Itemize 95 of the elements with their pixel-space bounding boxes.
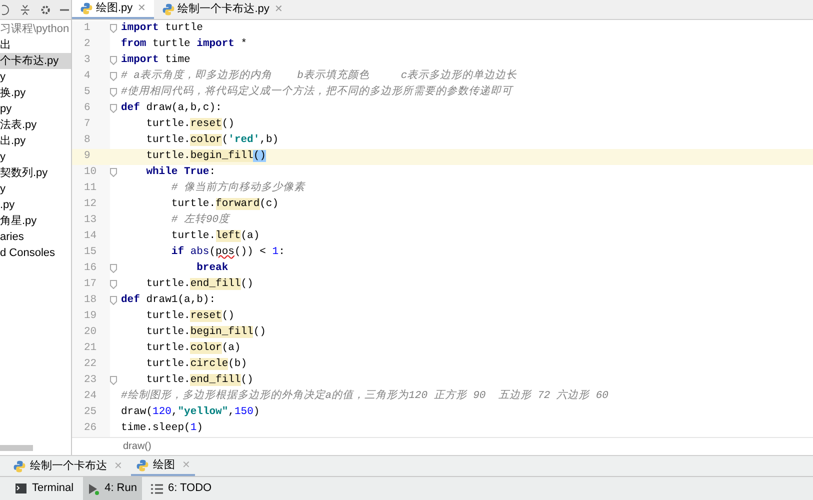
python-file-icon (162, 2, 175, 16)
python-file-icon (136, 458, 149, 472)
code-line: #使用相同代码，将代码定义成一个方法，把不同的多边形所需要的参数传递即可 (121, 84, 512, 100)
project-tree-item[interactable]: 角星.py (0, 213, 71, 229)
line-number: 8 (84, 132, 90, 148)
code-line: # 像当前方向移动多少像素 (170, 180, 306, 196)
code-line: turtle.reset() (145, 116, 234, 132)
line-number: 9 (84, 148, 90, 164)
line-number: 21 (84, 340, 97, 356)
line-number: 20 (84, 324, 97, 340)
line-number: 2 (84, 36, 90, 52)
code-line: break (196, 260, 228, 276)
run-tab[interactable]: 绘制一个卡布达 ✕ (8, 456, 127, 476)
code-line: draw(120,"yellow",150) (121, 404, 260, 420)
code-line: #绘制图形，多边形根据多边形的外角决定a的值，三角形为120 正方形 90 五边形 72 六边形 60 (121, 388, 608, 404)
code-line: def draw(a,b,c): (121, 100, 222, 116)
breadcrumb[interactable]: draw() (123, 438, 152, 454)
code-line: turtle.begin_fill() (145, 148, 266, 164)
line-number: 4 (84, 68, 90, 84)
project-tree-item[interactable]: aries (0, 229, 71, 245)
code-line: turtle.circle(b) (145, 356, 248, 372)
fold-marker-icon[interactable] (110, 104, 117, 113)
line-number: 24 (84, 388, 97, 404)
code-line: turtle.reset() (145, 308, 234, 324)
project-tree-item[interactable]: 出 (0, 37, 71, 53)
line-number: 26 (84, 420, 97, 436)
project-tree-item[interactable]: 习课程\python (0, 21, 71, 37)
list-icon (151, 484, 163, 494)
project-tree-item[interactable]: 法表.py (0, 117, 71, 133)
target-icon[interactable] (2, 4, 12, 16)
collapse-icon[interactable] (20, 4, 31, 16)
fold-marker-icon[interactable] (110, 72, 117, 81)
line-number: 22 (84, 356, 97, 372)
code-line: turtle.end_fill() (145, 372, 254, 388)
code-line: turtle.end_fill() (145, 276, 254, 292)
fold-marker-icon[interactable] (110, 280, 117, 289)
fold-marker-icon[interactable] (110, 296, 117, 305)
tool-window-button[interactable]: Terminal (10, 477, 79, 500)
project-tree-item[interactable]: y (0, 69, 71, 85)
project-tree-item[interactable]: y (0, 181, 71, 197)
code-line: import turtle (121, 20, 203, 36)
line-number: 14 (84, 228, 97, 244)
line-number: 7 (84, 116, 90, 132)
project-tree-item[interactable]: 契数列.py (0, 165, 71, 181)
fold-marker-icon[interactable] (110, 56, 117, 65)
run-icon (88, 482, 100, 494)
line-number: 10 (84, 164, 97, 180)
fold-marker-icon[interactable] (110, 168, 117, 177)
line-number: 13 (84, 212, 97, 228)
fold-marker-icon[interactable] (110, 24, 117, 33)
code-line: turtle.forward(c) (170, 196, 279, 212)
horizontal-scrollbar[interactable] (0, 445, 33, 451)
code-line: # 左转90度 (170, 212, 230, 228)
line-number: 3 (84, 52, 90, 68)
fold-marker-icon[interactable] (110, 376, 117, 385)
code-line: time.sleep(1) (121, 420, 203, 436)
code-line: while True: (145, 164, 216, 180)
fold-marker-icon[interactable] (110, 88, 117, 97)
line-number: 12 (84, 196, 97, 212)
line-number: 16 (84, 260, 97, 276)
project-tree-item[interactable]: .py (0, 197, 71, 213)
line-number: 6 (84, 100, 90, 116)
project-tree-item[interactable]: d Consoles (0, 245, 71, 261)
python-file-icon (80, 2, 93, 15)
settings-icon[interactable] (40, 4, 51, 16)
tool-window-button[interactable]: 4: Run (82, 477, 142, 500)
editor-tab[interactable]: 绘图.py ✕ (72, 0, 154, 18)
line-number: 11 (84, 180, 97, 196)
terminal-icon (15, 483, 27, 494)
code-line: turtle.color(a) (145, 340, 241, 356)
line-number: 19 (84, 308, 97, 324)
tool-window-button[interactable]: 6: TODO (146, 477, 217, 500)
code-line: import time (121, 52, 190, 68)
code-line: def draw1(a,b): (121, 292, 216, 308)
code-line: turtle.color('red',b) (145, 132, 279, 148)
code-line: from turtle import * (121, 36, 248, 52)
line-number: 17 (84, 276, 97, 292)
fold-marker-icon[interactable] (110, 264, 117, 273)
line-number: 18 (84, 292, 97, 308)
code-line: turtle.begin_fill() (145, 324, 266, 340)
editor-tab[interactable]: 绘制一个卡布达.py ✕ (154, 0, 290, 18)
code-line: # a表示角度，即多边形的内角 b表示填充颜色 c表示多边形的单边边长 (121, 68, 518, 84)
python-file-icon (13, 460, 26, 472)
line-number: 5 (84, 84, 90, 100)
code-line: turtle.left(a) (170, 228, 260, 244)
line-number: 1 (84, 20, 90, 36)
line-number: 23 (84, 372, 97, 388)
line-number: 15 (84, 244, 97, 260)
project-tree-item[interactable]: 出.py (0, 133, 71, 149)
project-tree-item[interactable]: y (0, 149, 71, 165)
project-tree-item[interactable]: py (0, 101, 71, 117)
project-tree-item[interactable]: 个卡布达.py (0, 53, 71, 69)
code-line: if abs(pos()) < 1: (170, 244, 285, 260)
line-number: 25 (84, 404, 97, 420)
project-tree-item[interactable]: 换.py (0, 85, 71, 101)
